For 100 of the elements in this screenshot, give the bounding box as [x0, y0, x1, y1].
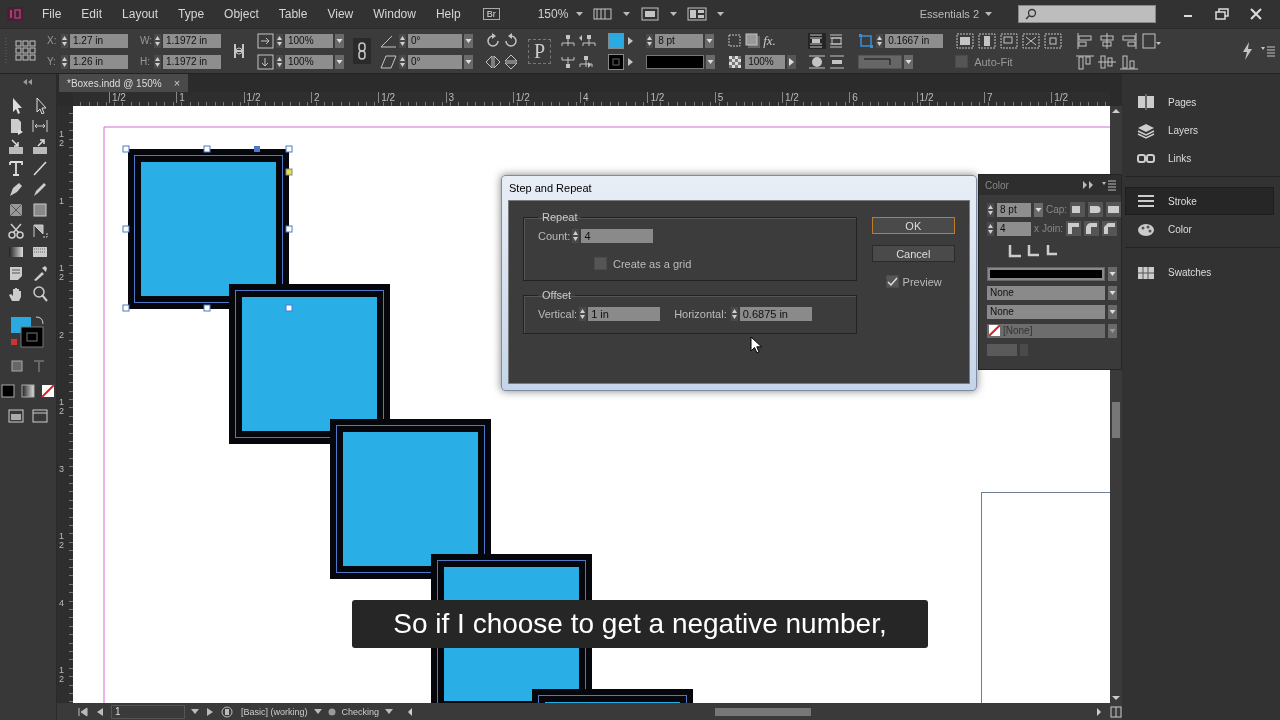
- open-page-icon[interactable]: [221, 705, 235, 718]
- y-field[interactable]: 1.26 in: [70, 54, 128, 69]
- align-center-stroke-icon[interactable]: [1007, 243, 1022, 259]
- align-top-icon[interactable]: [1075, 52, 1096, 71]
- align-inside-stroke-icon[interactable]: [1025, 243, 1040, 259]
- bevel-join-icon[interactable]: [1102, 221, 1118, 236]
- panel-menu-icon[interactable]: [1101, 179, 1117, 191]
- opacity-field[interactable]: 100%: [745, 54, 786, 69]
- dropdown-caret-icon[interactable]: [706, 54, 716, 69]
- normal-view-icon[interactable]: [31, 408, 49, 424]
- menu-item[interactable]: Table: [270, 5, 316, 23]
- checkbox[interactable]: [955, 55, 969, 68]
- gap-tool-icon[interactable]: [31, 117, 49, 135]
- round-join-icon[interactable]: [1084, 221, 1100, 236]
- stepper-arrows[interactable]: [876, 33, 884, 48]
- width-field[interactable]: 1.1972 in: [163, 33, 221, 48]
- dropdown-caret-icon[interactable]: [985, 11, 992, 17]
- screen-mode-icon[interactable]: [7, 408, 25, 424]
- selection-handle[interactable]: [122, 304, 130, 312]
- arrange-documents-icon[interactable]: [687, 7, 708, 21]
- apply-color-icon[interactable]: [1, 384, 15, 398]
- count-field[interactable]: 4: [581, 228, 654, 243]
- shear-icon[interactable]: [380, 53, 397, 70]
- menu-item[interactable]: View: [319, 5, 362, 23]
- stroke-type-field[interactable]: [646, 54, 705, 69]
- scale-x-icon[interactable]: [257, 32, 274, 49]
- selection-handle[interactable]: [285, 304, 293, 312]
- center-content-icon[interactable]: [1043, 31, 1064, 50]
- ok-button[interactable]: OK: [871, 217, 955, 234]
- dropdown-caret-icon[interactable]: [1108, 266, 1117, 281]
- vertical-offset-field[interactable]: 1 in: [588, 306, 661, 321]
- pen-tool-icon[interactable]: [7, 180, 25, 198]
- dropdown-caret-icon[interactable]: [385, 708, 394, 715]
- dropdown-caret-icon[interactable]: [464, 54, 473, 69]
- panel-tab[interactable]: Stroke: [1125, 187, 1274, 215]
- select-content-icon[interactable]: [560, 54, 577, 69]
- dropdown-caret-icon[interactable]: [576, 11, 584, 17]
- selection-handle[interactable]: [122, 225, 130, 233]
- stepper-arrows[interactable]: [987, 221, 994, 236]
- corner-options-handle[interactable]: [285, 168, 293, 176]
- tab-close-button[interactable]: ×: [173, 77, 181, 89]
- stepper-arrows[interactable]: [276, 33, 283, 48]
- dropdown-caret-icon[interactable]: [623, 11, 631, 17]
- workspace-switcher[interactable]: Essentials 2: [919, 8, 979, 20]
- dropdown-caret-icon[interactable]: [191, 708, 199, 715]
- document-tab[interactable]: *Boxes.indd @ 150% ×: [59, 74, 189, 92]
- dropdown-caret-icon[interactable]: [335, 33, 344, 48]
- page-number-field[interactable]: 1: [111, 704, 185, 719]
- panel-tab[interactable]: Pages: [1125, 88, 1274, 116]
- shear-field[interactable]: 0°: [408, 54, 462, 69]
- content-collector-icon[interactable]: [7, 138, 25, 156]
- dropdown-caret-icon[interactable]: [335, 54, 344, 69]
- flip-horizontal-icon[interactable]: [485, 53, 501, 70]
- corner-options-icon[interactable]: [858, 32, 875, 49]
- miter-join-icon[interactable]: [1066, 221, 1082, 236]
- stepper-arrows[interactable]: [646, 33, 654, 48]
- apply-none-icon[interactable]: [41, 384, 55, 398]
- formatting-container-icon[interactable]: [9, 358, 25, 374]
- round-cap-icon[interactable]: [1088, 202, 1104, 217]
- horizontal-offset-field[interactable]: 0.6875 in: [739, 306, 812, 321]
- stepper-arrows[interactable]: [572, 228, 580, 243]
- scissors-icon[interactable]: [7, 222, 25, 240]
- opacity-icon[interactable]: [727, 53, 744, 70]
- menu-item[interactable]: Help: [427, 5, 469, 23]
- dropdown-caret-icon[interactable]: [904, 54, 914, 69]
- select-container-icon[interactable]: [560, 33, 577, 48]
- dropdown-caret-icon[interactable]: [464, 33, 473, 48]
- gap-tint-field[interactable]: [987, 343, 1017, 356]
- stepper-arrows[interactable]: [154, 33, 161, 48]
- dropdown-caret-icon[interactable]: [705, 33, 715, 48]
- stepper-arrows[interactable]: [987, 202, 994, 217]
- miter-limit-field[interactable]: 4: [997, 221, 1031, 236]
- scrollbar-thumb[interactable]: [715, 707, 812, 716]
- drop-shadow-icon[interactable]: [745, 32, 762, 49]
- panel-tab[interactable]: Layers: [1125, 116, 1274, 144]
- height-field[interactable]: 1.1972 in: [163, 54, 221, 69]
- collapse-icon[interactable]: [21, 78, 35, 86]
- butt-cap-icon[interactable]: [1070, 202, 1086, 217]
- none-swatch-icon[interactable]: [989, 325, 1000, 336]
- collapse-panel-icon[interactable]: [1081, 180, 1095, 190]
- fit-content-proportionally-icon[interactable]: [977, 31, 998, 50]
- stepper-arrows[interactable]: [399, 54, 406, 69]
- zoom-icon[interactable]: [31, 285, 49, 303]
- free-transform-icon[interactable]: [31, 222, 49, 240]
- rotate-counterclockwise-icon[interactable]: [503, 32, 519, 49]
- stroke-swatch[interactable]: [608, 53, 625, 70]
- menu-item[interactable]: Window: [365, 5, 424, 23]
- screen-mode-icon[interactable]: [640, 7, 661, 21]
- stepper-arrows[interactable]: [399, 33, 406, 48]
- previous-page-icon[interactable]: [95, 705, 105, 718]
- search-icon[interactable]: [1025, 8, 1037, 20]
- fit-content-to-frame-icon[interactable]: [1021, 31, 1042, 50]
- fill-frame-proportionally-icon[interactable]: [955, 31, 976, 50]
- align-middle-icon[interactable]: [1097, 52, 1118, 71]
- stepper-arrows[interactable]: [61, 54, 68, 69]
- menu-item[interactable]: Edit: [73, 5, 111, 23]
- select-previous-icon[interactable]: [578, 33, 597, 48]
- checkbox[interactable]: [885, 275, 899, 288]
- apply-gradient-icon[interactable]: [21, 384, 35, 398]
- projecting-cap-icon[interactable]: [1106, 202, 1122, 217]
